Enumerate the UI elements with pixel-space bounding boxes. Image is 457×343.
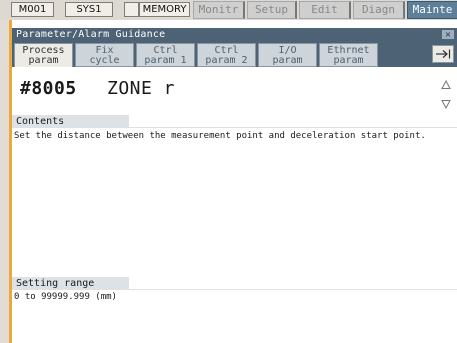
window-titlebar: Parameter/Alarm Guidance × — [12, 28, 457, 41]
setting-range-text: 0 to 99999.999 (mm) — [14, 292, 117, 302]
tab-ctrl-param-2[interactable]: Ctrl param 2 — [197, 43, 256, 67]
tab-line2: param — [28, 55, 59, 66]
guidance-window: Parameter/Alarm Guidance × Process param… — [12, 20, 457, 343]
mode-tab-edit[interactable]: Edit — [299, 1, 351, 19]
tab-fix-cycle[interactable]: Fix cycle — [75, 43, 134, 67]
contents-text: Set the distance between the measurement… — [14, 131, 426, 141]
scroll-down-icon[interactable] — [441, 99, 451, 109]
mode-tab-setup[interactable]: Setup — [247, 1, 297, 19]
mode-code-display: M001 — [11, 2, 54, 17]
tab-ethrnet-param[interactable]: Ethrnet param — [319, 43, 378, 67]
setting-range-divider — [12, 289, 457, 290]
parameter-header: #8005 ZONE r — [12, 67, 457, 117]
arrow-right-icon — [436, 49, 451, 59]
category-tabs: Process param Fix cycle Ctrl param 1 Ctr… — [12, 41, 457, 67]
mode-tab-mainte[interactable]: Mainte — [407, 1, 457, 19]
window-title: Parameter/Alarm Guidance — [16, 29, 166, 40]
operation-mode-display: MEMORY — [139, 2, 190, 17]
parameter-number: #8005 — [20, 78, 77, 99]
close-button[interactable]: × — [442, 30, 454, 39]
system-display: SYS1 — [65, 2, 113, 17]
tab-process-param[interactable]: Process param — [14, 43, 73, 67]
tab-line2: param 1 — [144, 55, 187, 66]
tab-io-param[interactable]: I/O param — [258, 43, 317, 67]
tab-line2: param — [333, 55, 364, 66]
contents-divider — [12, 127, 457, 128]
status-bar: M001 SYS1 MEMORY Monitr Setup Edit Diagn… — [0, 0, 457, 20]
parameter-name: ZONE r — [107, 78, 176, 99]
tab-ctrl-param-1[interactable]: Ctrl param 1 — [136, 43, 195, 67]
tab-next-button[interactable] — [432, 45, 454, 63]
tab-line2: param 2 — [205, 55, 248, 66]
mode-tab-diagn[interactable]: Diagn — [353, 1, 405, 19]
mode-tab-monitr[interactable]: Monitr — [193, 1, 245, 19]
tab-line2: param — [272, 55, 303, 66]
status-blank-box — [124, 2, 139, 17]
scroll-up-icon[interactable] — [441, 80, 451, 90]
tab-line2: cycle — [89, 55, 120, 66]
